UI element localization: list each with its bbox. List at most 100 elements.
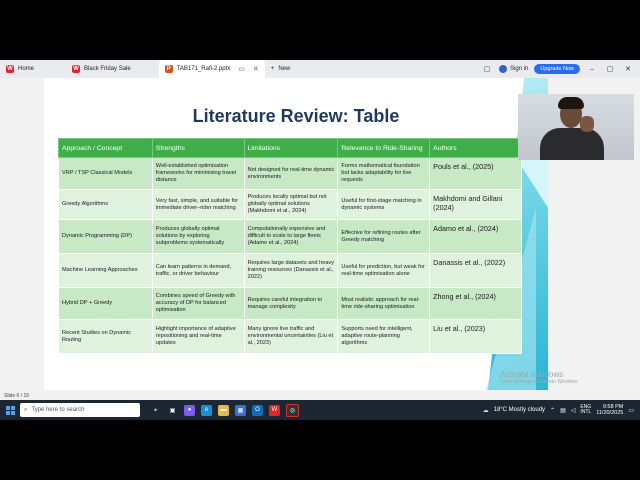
search-placeholder: Type here to search xyxy=(31,407,85,413)
app-tab-bar: W Home W Black Friday Sale P TAB171_Rafi… xyxy=(0,60,640,78)
tab-black-friday[interactable]: W Black Friday Sale xyxy=(66,60,137,78)
cell-strengths: Well-established optimisation frameworks… xyxy=(151,157,245,190)
watermark-title: Activate Windows xyxy=(500,370,564,379)
tab-label: Home xyxy=(18,66,35,72)
header-strengths: Strengths xyxy=(151,138,245,158)
tab-home[interactable]: W Home xyxy=(0,60,40,78)
cell-strengths: Very fast, simple, and suitable for imme… xyxy=(151,189,245,220)
monitor-icon[interactable]: ▭ xyxy=(238,65,245,73)
cell-approach: Machine Learning Approaches xyxy=(58,253,153,288)
table-row: Recent Studies on Dynamic Routing Highli… xyxy=(58,319,522,354)
clock-time: 9:58 PM xyxy=(602,403,624,410)
slide-workspace: Literature Review: Table Approach / Conc… xyxy=(0,78,640,392)
cell-limitations: Computationally expensive and difficult … xyxy=(243,219,339,254)
user-icon xyxy=(499,65,507,73)
slide-canvas[interactable]: Literature Review: Table Approach / Conc… xyxy=(44,78,548,390)
table-row: Greedy Algorithms Very fast, simple, and… xyxy=(58,189,522,220)
clock-date: 11/20/2025 xyxy=(596,410,624,416)
status-bar: Slide 6 / 15 xyxy=(0,392,640,400)
title-bar-right: ▢ Sign in Upgrade Now – ▢ ✕ xyxy=(481,64,640,74)
watermark-subtitle: Go to Settings to activate Windows. xyxy=(500,379,579,385)
language-indicator[interactable]: ENG INTL xyxy=(580,404,592,416)
presenter-hand xyxy=(580,116,594,132)
lang-layout: INTL xyxy=(580,409,592,415)
clock[interactable]: 9:58 PM 11/20/2025 xyxy=(596,404,623,417)
sign-in-button[interactable]: Sign in xyxy=(499,65,528,73)
cell-limitations: Produces locally optimal but not globall… xyxy=(243,189,339,220)
cell-limitations: Many ignore live traffic and environment… xyxy=(243,319,339,354)
outlook-icon[interactable]: O xyxy=(252,404,263,416)
window-icon[interactable]: ▢ xyxy=(481,65,493,73)
search-icon: ⌕ xyxy=(24,406,28,413)
cell-relevance: Forms mathematical foundation but lacks … xyxy=(337,157,431,190)
cell-approach: VRP / TSP Classical Models xyxy=(58,157,153,190)
windows-taskbar: ⌕ Type here to search ✦ ▣ ● e ▬ ▦ O W ◎ … xyxy=(0,400,640,420)
media-icon[interactable]: ◎ xyxy=(286,403,299,417)
cell-limitations: Not designed for real-time dynamic envir… xyxy=(243,157,339,190)
cell-approach: Dynamic Programming (DP) xyxy=(58,219,153,254)
header-relevance: Relevance to Ride-Sharing xyxy=(337,138,431,158)
sparkle-icon[interactable]: ✦ xyxy=(150,405,161,416)
cell-authors: Zhong et al., (2024) xyxy=(429,287,522,320)
taskbar-search-box[interactable]: ⌕ Type here to search xyxy=(20,403,140,417)
cell-relevance: Supports need for intelligent, adaptive … xyxy=(337,319,431,354)
cell-strengths: Can learn patterns in demand, traffic, o… xyxy=(151,253,245,288)
taskbar-apps: ✦ ▣ ● e ▬ ▦ O W ◎ xyxy=(150,403,299,417)
cell-limitations: Requires careful integration to manage c… xyxy=(243,287,339,320)
weather-icon: ☁ xyxy=(482,407,489,414)
close-window-icon[interactable]: ✕ xyxy=(622,65,634,73)
header-approach: Approach / Concept xyxy=(58,138,153,158)
table-header-row: Approach / Concept Strengths Limitations… xyxy=(58,138,522,158)
cell-relevance: Useful for first-stage matching in dynam… xyxy=(337,189,431,220)
cell-limitations: Requires large datasets and heavy traini… xyxy=(243,253,339,288)
weather-text[interactable]: 18°C Mostly cloudy xyxy=(494,407,545,413)
cell-authors: Makhdomi and Gillani (2024) xyxy=(429,189,522,220)
store-icon[interactable]: ▦ xyxy=(235,404,246,416)
wps-icon: W xyxy=(72,65,81,73)
file-explorer-icon[interactable]: ▬ xyxy=(218,404,229,416)
cell-strengths: Combines speed of Greedy with accuracy o… xyxy=(151,287,245,320)
chevron-up-icon[interactable]: ⌃ xyxy=(550,407,555,414)
literature-table[interactable]: Approach / Concept Strengths Limitations… xyxy=(58,138,522,354)
system-tray: ☁ 18°C Mostly cloudy ⌃ ▤ ◁ ENG INTL 9:58… xyxy=(483,404,640,417)
minimize-icon[interactable]: – xyxy=(586,66,598,73)
upgrade-button[interactable]: Upgrade Now xyxy=(534,64,580,74)
task-view-icon[interactable]: ▣ xyxy=(167,405,178,416)
activate-windows-watermark: Activate Windows Go to Settings to activ… xyxy=(500,370,579,385)
table-row: Machine Learning Approaches Can learn pa… xyxy=(58,253,522,288)
windows-start-icon[interactable] xyxy=(0,400,20,420)
table-row: Dynamic Programming (DP) Produces global… xyxy=(58,219,522,254)
edge-icon[interactable]: e xyxy=(201,404,212,416)
cell-relevance: Useful for prediction, but weak for real… xyxy=(337,253,431,288)
slide-counter: Slide 6 / 15 xyxy=(4,393,30,399)
tab-label: TAB171_Rafi-2.pptx xyxy=(176,66,231,72)
new-tab-button[interactable]: + New xyxy=(265,60,297,78)
wps-taskbar-icon[interactable]: W xyxy=(269,404,280,416)
cell-strengths: Produces globally optimal solutions by e… xyxy=(151,219,245,254)
notification-icon[interactable]: ▭ xyxy=(628,407,634,414)
tab-presentation[interactable]: P TAB171_Rafi-2.pptx ▭ ✕ xyxy=(158,60,265,78)
webcam-overlay xyxy=(518,94,634,160)
wps-icon: W xyxy=(6,65,14,73)
cell-relevance: Effective for refining routes after Gree… xyxy=(337,219,431,254)
cell-authors: Adamo et al., (2024) xyxy=(429,219,522,254)
copilot-icon[interactable]: ● xyxy=(184,404,195,416)
cell-authors: Liu et al., (2023) xyxy=(429,319,522,354)
table-row: VRP / TSP Classical Models Well-establis… xyxy=(58,157,522,190)
presenter-hair xyxy=(558,97,584,109)
maximize-icon[interactable]: ▢ xyxy=(604,65,616,73)
screen-frame: W Home W Black Friday Sale P TAB171_Rafi… xyxy=(0,60,640,420)
close-icon[interactable]: ✕ xyxy=(253,65,259,73)
network-icon[interactable]: ▤ xyxy=(560,407,566,414)
slide-title[interactable]: Literature Review: Table xyxy=(44,106,548,127)
presenter-body xyxy=(540,128,604,160)
header-authors: Authors xyxy=(429,138,522,158)
plus-icon: + xyxy=(270,66,275,72)
cell-approach: Greedy Algorithms xyxy=(58,189,153,220)
new-tab-label: New xyxy=(278,66,291,72)
cell-authors: Pouls et al., (2025) xyxy=(429,157,522,190)
presentation-icon: P xyxy=(164,65,173,73)
tab-label: Black Friday Sale xyxy=(84,66,131,72)
header-limitations: Limitations xyxy=(243,138,339,158)
volume-icon[interactable]: ◁ xyxy=(571,407,576,414)
